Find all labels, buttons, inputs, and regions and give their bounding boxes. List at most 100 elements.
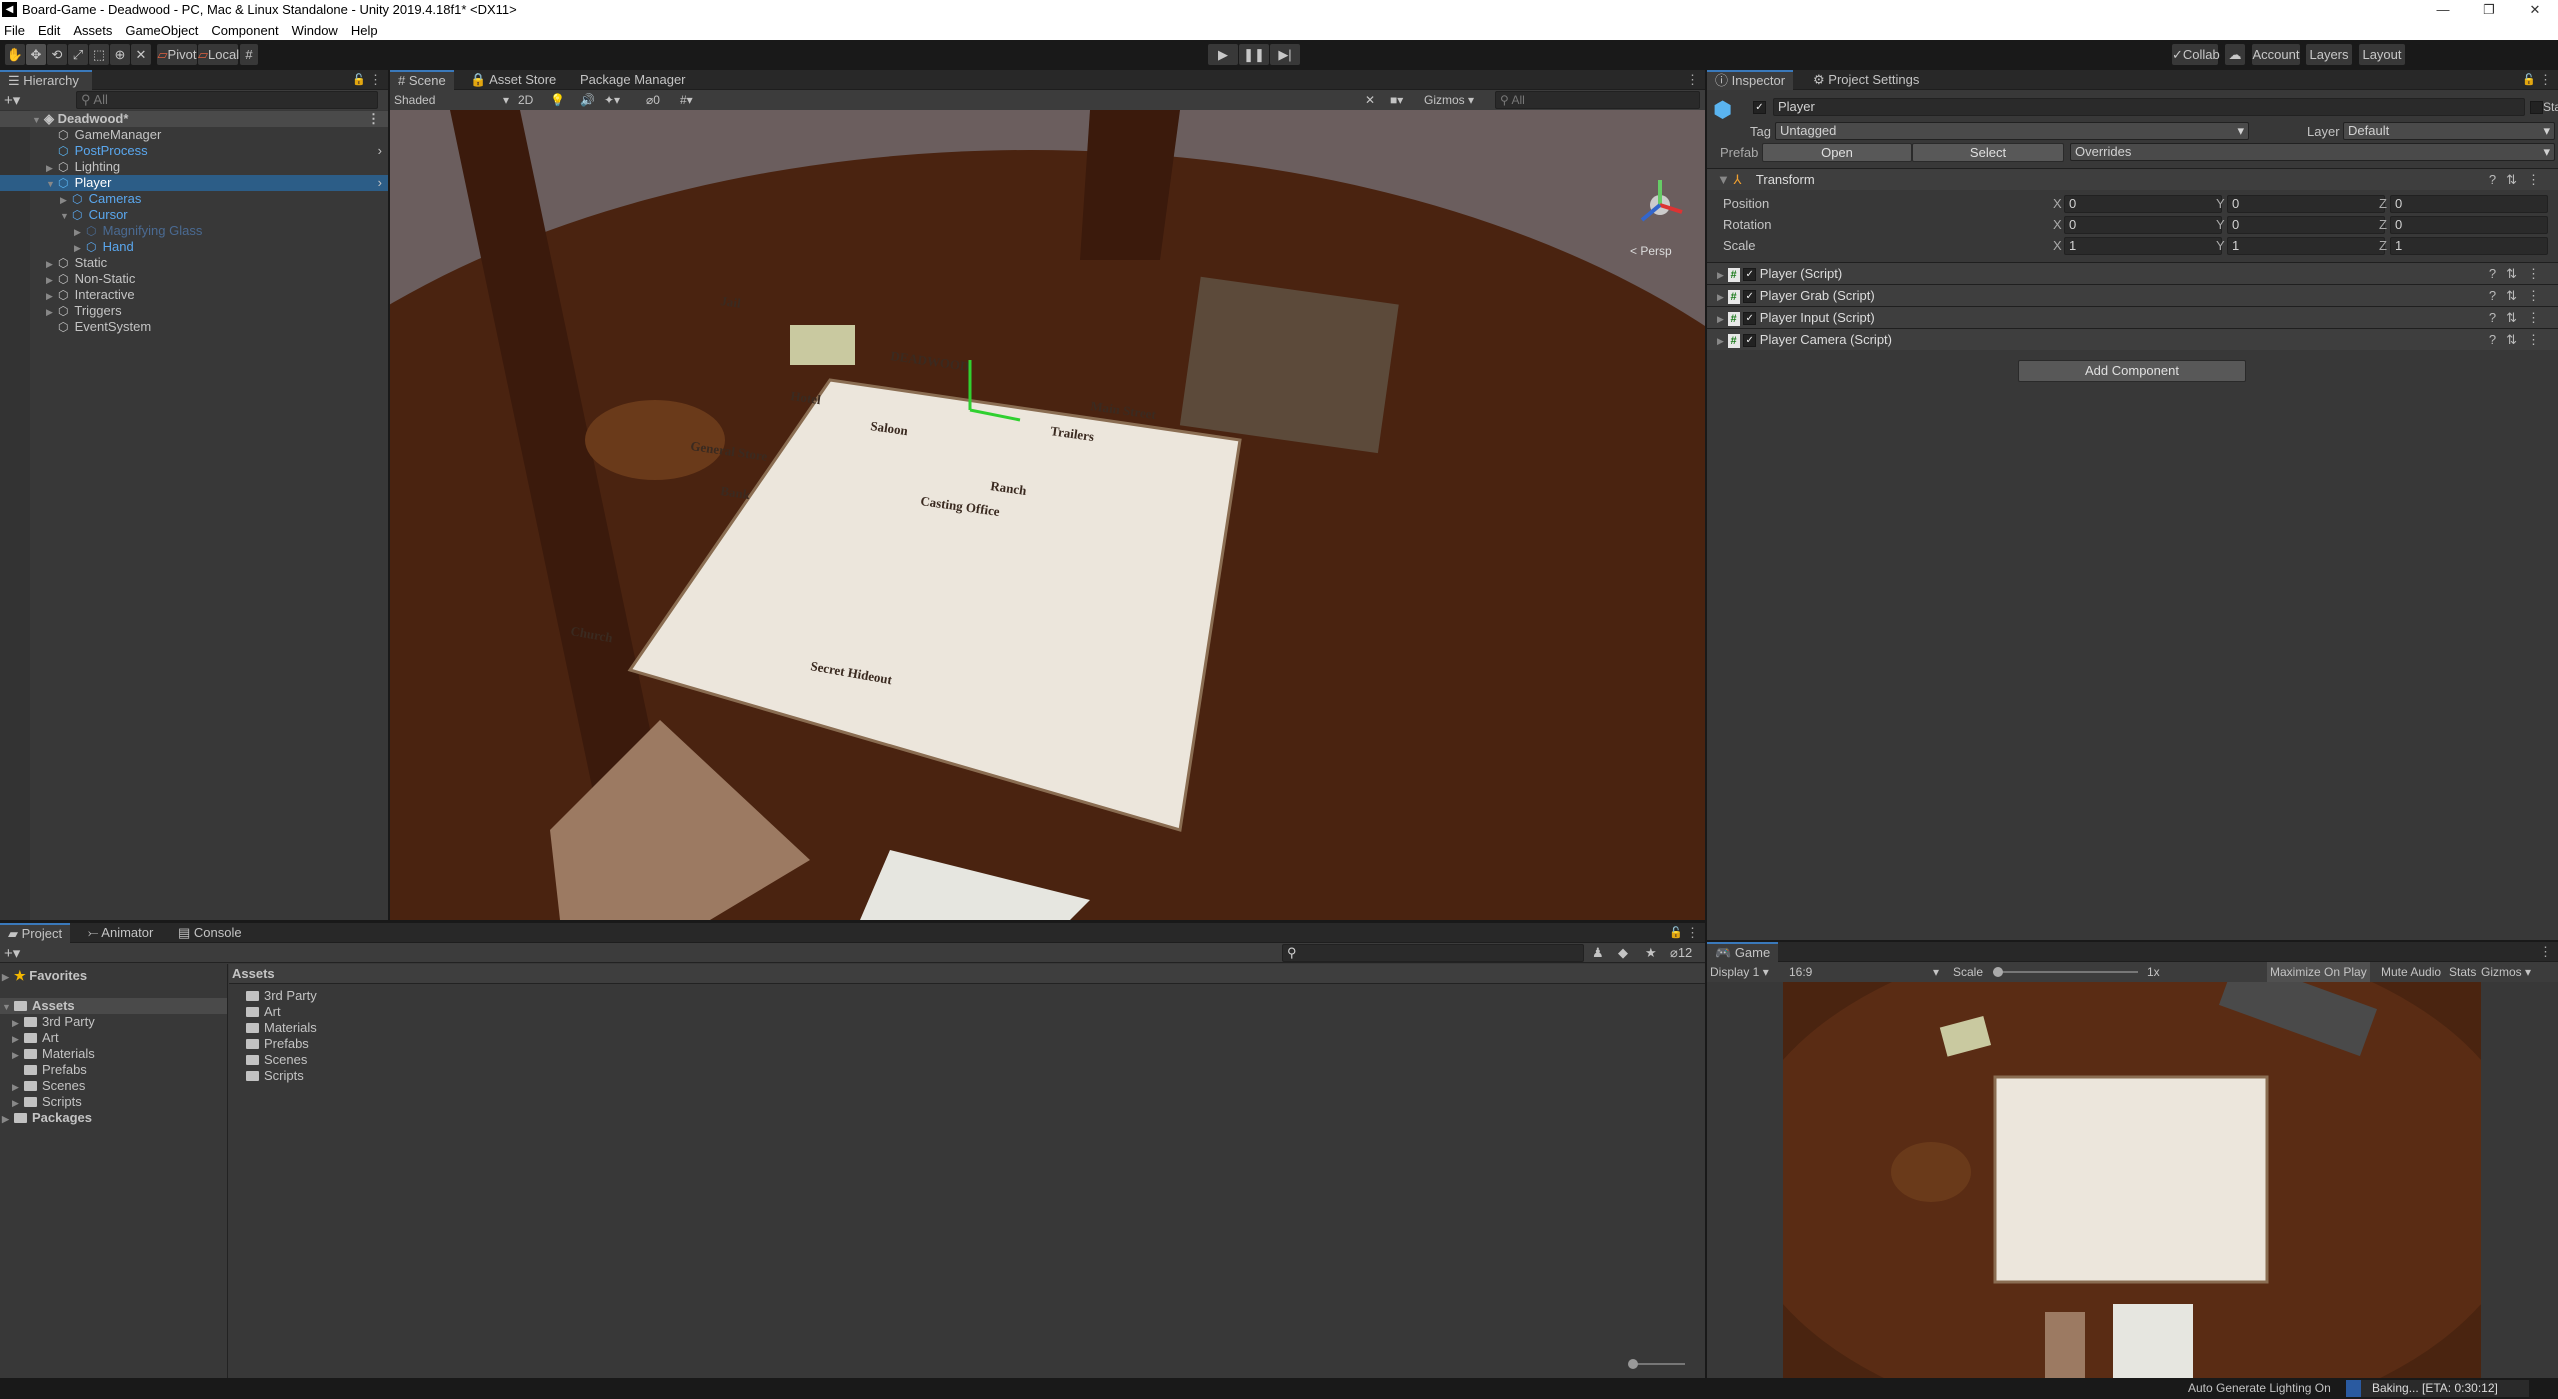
favorites-item[interactable]: ▶ ★ Favorites bbox=[0, 968, 227, 984]
tab-package-manager[interactable]: Package Manager bbox=[572, 70, 694, 90]
grid-snap-icon[interactable]: # bbox=[240, 44, 258, 65]
component-actions-icons[interactable]: ?⇅⋮ bbox=[2489, 307, 2550, 329]
menu-assets[interactable]: Assets bbox=[73, 23, 112, 38]
component-enabled-checkbox[interactable]: ✓ bbox=[1743, 312, 1757, 326]
grid-toggle-icon[interactable]: #▾ bbox=[680, 90, 693, 110]
collab-button[interactable]: ✓Collab ▾ bbox=[2172, 44, 2220, 83]
move-tool-icon[interactable]: ✥ bbox=[26, 44, 46, 65]
transform-tool-icon[interactable]: ⊕ bbox=[110, 44, 130, 65]
aspect-dropdown[interactable]: 16:9 ▾ bbox=[1789, 962, 1939, 982]
rotation-y-field[interactable]: 0 bbox=[2227, 216, 2385, 234]
minimize-button[interactable]: — bbox=[2420, 0, 2466, 20]
component-actions-icons[interactable]: ?⇅⋮ bbox=[2489, 285, 2550, 307]
create-button[interactable]: +▾ bbox=[4, 91, 20, 109]
2d-toggle[interactable]: 2D bbox=[518, 90, 533, 110]
layers-dropdown[interactable]: Layers ▾ bbox=[2306, 44, 2352, 83]
component-header[interactable]: ▶ # ✓ Player Grab (Script) ?⇅⋮ bbox=[1707, 284, 2558, 306]
maximize-on-play-toggle[interactable]: Maximize On Play bbox=[2267, 962, 2370, 982]
menu-help[interactable]: Help bbox=[351, 23, 378, 38]
scene-root[interactable]: ▼ ◈ Deadwood* ⋮ bbox=[0, 111, 388, 127]
game-viewport[interactable] bbox=[1783, 982, 2481, 1378]
project-tree-folder[interactable]: ▶ Art bbox=[0, 1030, 227, 1046]
expand-arrow-icon[interactable]: ▼ bbox=[46, 176, 58, 192]
local-toggle[interactable]: ▱Local bbox=[198, 44, 239, 65]
close-button[interactable]: ✕ bbox=[2512, 0, 2558, 20]
expand-arrow-icon[interactable]: ▶ bbox=[74, 224, 86, 240]
create-button[interactable]: +▾ bbox=[4, 944, 20, 962]
favorite-star-icon[interactable]: ★ bbox=[1645, 945, 1657, 961]
tab-asset-store[interactable]: 🔒 Asset Store bbox=[462, 70, 564, 90]
prefab-select-button[interactable]: Select bbox=[1912, 143, 2064, 162]
component-enabled-checkbox[interactable]: ✓ bbox=[1743, 334, 1757, 348]
position-y-field[interactable]: 0 bbox=[2227, 195, 2385, 213]
hierarchy-item[interactable]: ▶ ⬡ Magnifying Glass bbox=[0, 223, 388, 239]
kebab-menu-icon[interactable]: ⋮ bbox=[2539, 70, 2552, 90]
lock-icon[interactable]: 🔓 bbox=[352, 70, 366, 90]
tab-animator[interactable]: ⤚ Animator bbox=[80, 923, 161, 943]
search-by-label-icon[interactable]: ◆ bbox=[1618, 945, 1628, 961]
kebab-menu-icon[interactable]: ⋮ bbox=[1686, 923, 1699, 943]
expand-arrow-icon[interactable]: ▶ bbox=[46, 288, 58, 304]
cloud-icon[interactable]: ☁ bbox=[2225, 44, 2245, 65]
object-name-input[interactable]: Player bbox=[1773, 98, 2525, 116]
hierarchy-item[interactable]: ▶ ⬡ Non-Static bbox=[0, 271, 388, 287]
component-actions-icons[interactable]: ?⇅⋮ bbox=[2489, 169, 2550, 191]
kebab-menu-icon[interactable]: ⋮ bbox=[369, 70, 382, 90]
hierarchy-item[interactable]: ▶ ⬡ Lighting bbox=[0, 159, 388, 175]
audio-toggle-icon[interactable]: 🔊 bbox=[580, 90, 595, 110]
rotation-z-field[interactable]: 0 bbox=[2390, 216, 2548, 234]
component-actions-icons[interactable]: ?⇅⋮ bbox=[2489, 263, 2550, 285]
hierarchy-item[interactable]: ⬡ GameManager bbox=[0, 127, 388, 143]
scene-search-input[interactable]: ⚲ All bbox=[1495, 91, 1700, 109]
hierarchy-item[interactable]: ▼ ⬡ Cursor bbox=[0, 207, 388, 223]
custom-tool-icon[interactable]: ✕ bbox=[131, 44, 151, 65]
hierarchy-item[interactable]: ▶ ⬡ Interactive bbox=[0, 287, 388, 303]
project-tree-folder[interactable]: ▶ 3rd Party bbox=[0, 1014, 227, 1030]
scale-z-field[interactable]: 1 bbox=[2390, 237, 2548, 255]
gizmos-toggle[interactable]: Gizmos ▾ bbox=[2481, 962, 2531, 982]
tools-icon[interactable]: ✕ bbox=[1365, 90, 1375, 110]
transform-header[interactable]: ▼ ⅄ Transform ?⇅⋮ bbox=[1707, 168, 2558, 190]
hierarchy-item[interactable]: ▶ ⬡ Static bbox=[0, 255, 388, 271]
asset-folder[interactable]: Scenes bbox=[229, 1052, 1705, 1068]
project-search-input[interactable]: ⚲ bbox=[1282, 944, 1584, 962]
project-breadcrumb[interactable]: Assets bbox=[229, 964, 1705, 984]
display-dropdown[interactable]: Display 1 ▾ bbox=[1710, 962, 1769, 982]
scale-x-field[interactable]: 1 bbox=[2064, 237, 2222, 255]
menu-window[interactable]: Window bbox=[292, 23, 338, 38]
menu-file[interactable]: File bbox=[4, 23, 25, 38]
tab-project[interactable]: ▰ Project bbox=[0, 923, 71, 943]
icon-size-slider[interactable] bbox=[1628, 1359, 1685, 1369]
static-checkbox[interactable] bbox=[2530, 101, 2543, 114]
asset-folder[interactable]: Materials bbox=[229, 1020, 1705, 1036]
menu-gameobject[interactable]: GameObject bbox=[125, 23, 198, 38]
kebab-menu-icon[interactable]: ⋮ bbox=[1686, 70, 1699, 90]
hierarchy-item[interactable]: ▶ ⬡ Cameras bbox=[0, 191, 388, 207]
step-button[interactable]: ▶| bbox=[1270, 44, 1300, 65]
expand-arrow-icon[interactable]: ▶ bbox=[60, 192, 72, 208]
position-z-field[interactable]: 0 bbox=[2390, 195, 2548, 213]
chevron-right-icon[interactable]: › bbox=[378, 175, 382, 191]
gizmos-dropdown[interactable]: Gizmos ▾ bbox=[1424, 90, 1474, 110]
asset-folder[interactable]: 3rd Party bbox=[229, 988, 1705, 1004]
component-actions-icons[interactable]: ?⇅⋮ bbox=[2489, 329, 2550, 351]
bake-progress-bar[interactable]: Baking... [ETA: 0:30:12] bbox=[2346, 1380, 2529, 1397]
hierarchy-item[interactable]: ▶ ⬡ Hand bbox=[0, 239, 388, 255]
component-enabled-checkbox[interactable]: ✓ bbox=[1743, 290, 1757, 304]
expand-arrow-icon[interactable]: ▶ bbox=[46, 304, 58, 320]
search-by-type-icon[interactable]: ♟ bbox=[1592, 945, 1604, 961]
hierarchy-item[interactable]: ⬡ EventSystem bbox=[0, 319, 388, 335]
hidden-objects-toggle[interactable]: ⌀0 bbox=[646, 90, 660, 110]
packages-item[interactable]: ▶ Packages bbox=[0, 1110, 227, 1126]
position-x-field[interactable]: 0 bbox=[2064, 195, 2222, 213]
prefab-open-button[interactable]: Open bbox=[1762, 143, 1912, 162]
tab-hierarchy[interactable]: ☰ Hierarchy bbox=[0, 70, 92, 90]
tab-inspector[interactable]: ⓘ Inspector bbox=[1707, 70, 1794, 90]
scale-y-field[interactable]: 1 bbox=[2227, 237, 2385, 255]
project-tree-folder[interactable]: ▶ Materials bbox=[0, 1046, 227, 1062]
pivot-toggle[interactable]: ▱Pivot bbox=[157, 44, 197, 65]
expand-arrow-icon[interactable]: ▶ bbox=[46, 272, 58, 288]
lighting-toggle-icon[interactable]: 💡 bbox=[550, 90, 565, 110]
layer-dropdown[interactable]: Default ▾ bbox=[2343, 122, 2555, 140]
project-tree-folder[interactable]: Prefabs bbox=[0, 1062, 227, 1078]
